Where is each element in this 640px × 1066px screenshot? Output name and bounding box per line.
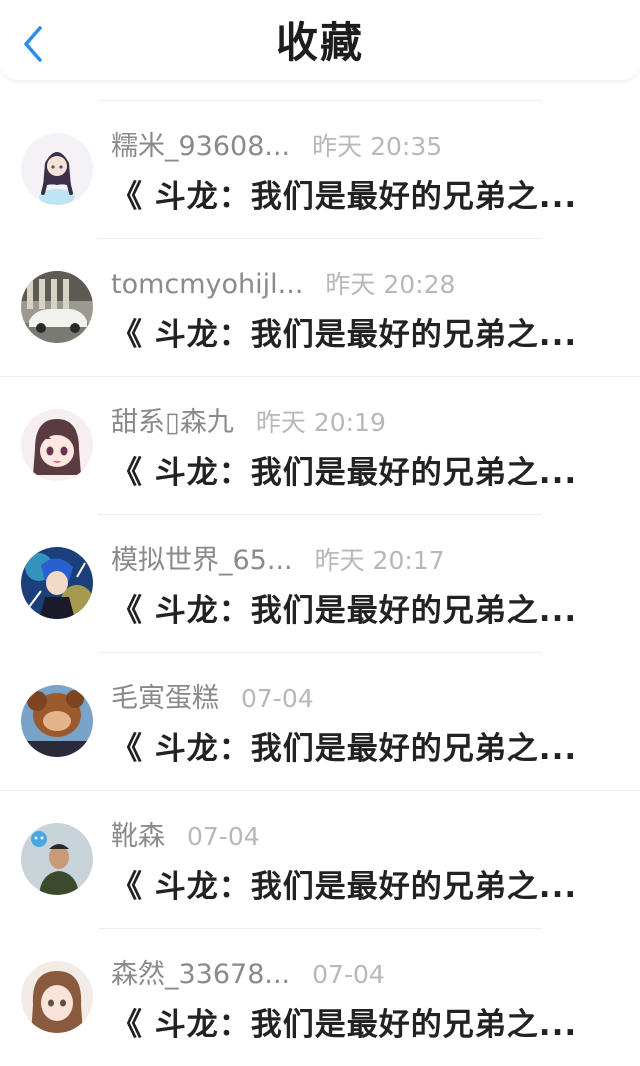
item-snippet: 《 斗龙：我们是最好的兄弟之... — [111, 869, 578, 905]
item-timestamp: 昨天 20:17 — [314, 546, 445, 575]
item-timestamp: 07-04 — [187, 822, 260, 851]
item-username: 甜系▯森九 — [111, 407, 234, 438]
list-item[interactable]: 糯米_93608... 昨天 20:35 《 斗龙：我们是最好的兄弟之... — [0, 101, 640, 238]
item-username: 糯米_93608... — [111, 131, 291, 162]
item-snippet: 《 斗龙：我们是最好的兄弟之... — [111, 455, 578, 491]
page-title: 收藏 — [275, 18, 364, 67]
list-item[interactable]: 森然_33678... 07-04 《 斗龙：我们是最好的兄弟之... — [0, 929, 640, 1066]
list-item[interactable]: 甜系▯森九 昨天 20:19 《 斗龙：我们是最好的兄弟之... — [0, 377, 640, 514]
item-username: 靴森 — [111, 821, 165, 852]
list-item[interactable]: 模拟世界_65... 昨天 20:17 《 斗龙：我们是最好的兄弟之... — [0, 515, 640, 652]
item-timestamp: 昨天 20:28 — [325, 270, 456, 299]
favorites-list: 糯米_93608... 昨天 20:35 《 斗龙：我们是最好的兄弟之... to… — [0, 100, 640, 1066]
item-username: tomcmyohijl... — [111, 269, 304, 300]
avatar[interactable] — [21, 133, 93, 205]
item-snippet: 《 斗龙：我们是最好的兄弟之... — [111, 731, 578, 767]
item-snippet: 《 斗龙：我们是最好的兄弟之... — [111, 317, 578, 353]
item-username: 森然_33678... — [111, 959, 291, 990]
avatar[interactable] — [21, 961, 93, 1033]
item-username: 模拟世界_65... — [111, 545, 293, 576]
item-timestamp: 07-04 — [312, 960, 385, 989]
avatar[interactable] — [21, 271, 93, 343]
item-snippet: 《 斗龙：我们是最好的兄弟之... — [111, 593, 578, 629]
item-snippet: 《 斗龙：我们是最好的兄弟之... — [111, 179, 578, 215]
top-bar: 收藏 — [0, 0, 640, 80]
list-item[interactable]: 靴森 07-04 《 斗龙：我们是最好的兄弟之... — [0, 791, 640, 928]
item-timestamp: 昨天 20:35 — [312, 132, 443, 161]
avatar[interactable] — [21, 685, 93, 757]
item-username: 毛寅蛋糕 — [111, 683, 219, 714]
avatar[interactable] — [21, 547, 93, 619]
list-item[interactable]: 毛寅蛋糕 07-04 《 斗龙：我们是最好的兄弟之... — [0, 653, 640, 790]
list-item[interactable]: tomcmyohijl... 昨天 20:28 《 斗龙：我们是最好的兄弟之... — [0, 239, 640, 376]
item-timestamp: 07-04 — [241, 684, 314, 713]
avatar[interactable] — [21, 823, 93, 895]
avatar[interactable] — [21, 409, 93, 481]
item-timestamp: 昨天 20:19 — [255, 408, 386, 437]
item-snippet: 《 斗龙：我们是最好的兄弟之... — [111, 1007, 578, 1043]
